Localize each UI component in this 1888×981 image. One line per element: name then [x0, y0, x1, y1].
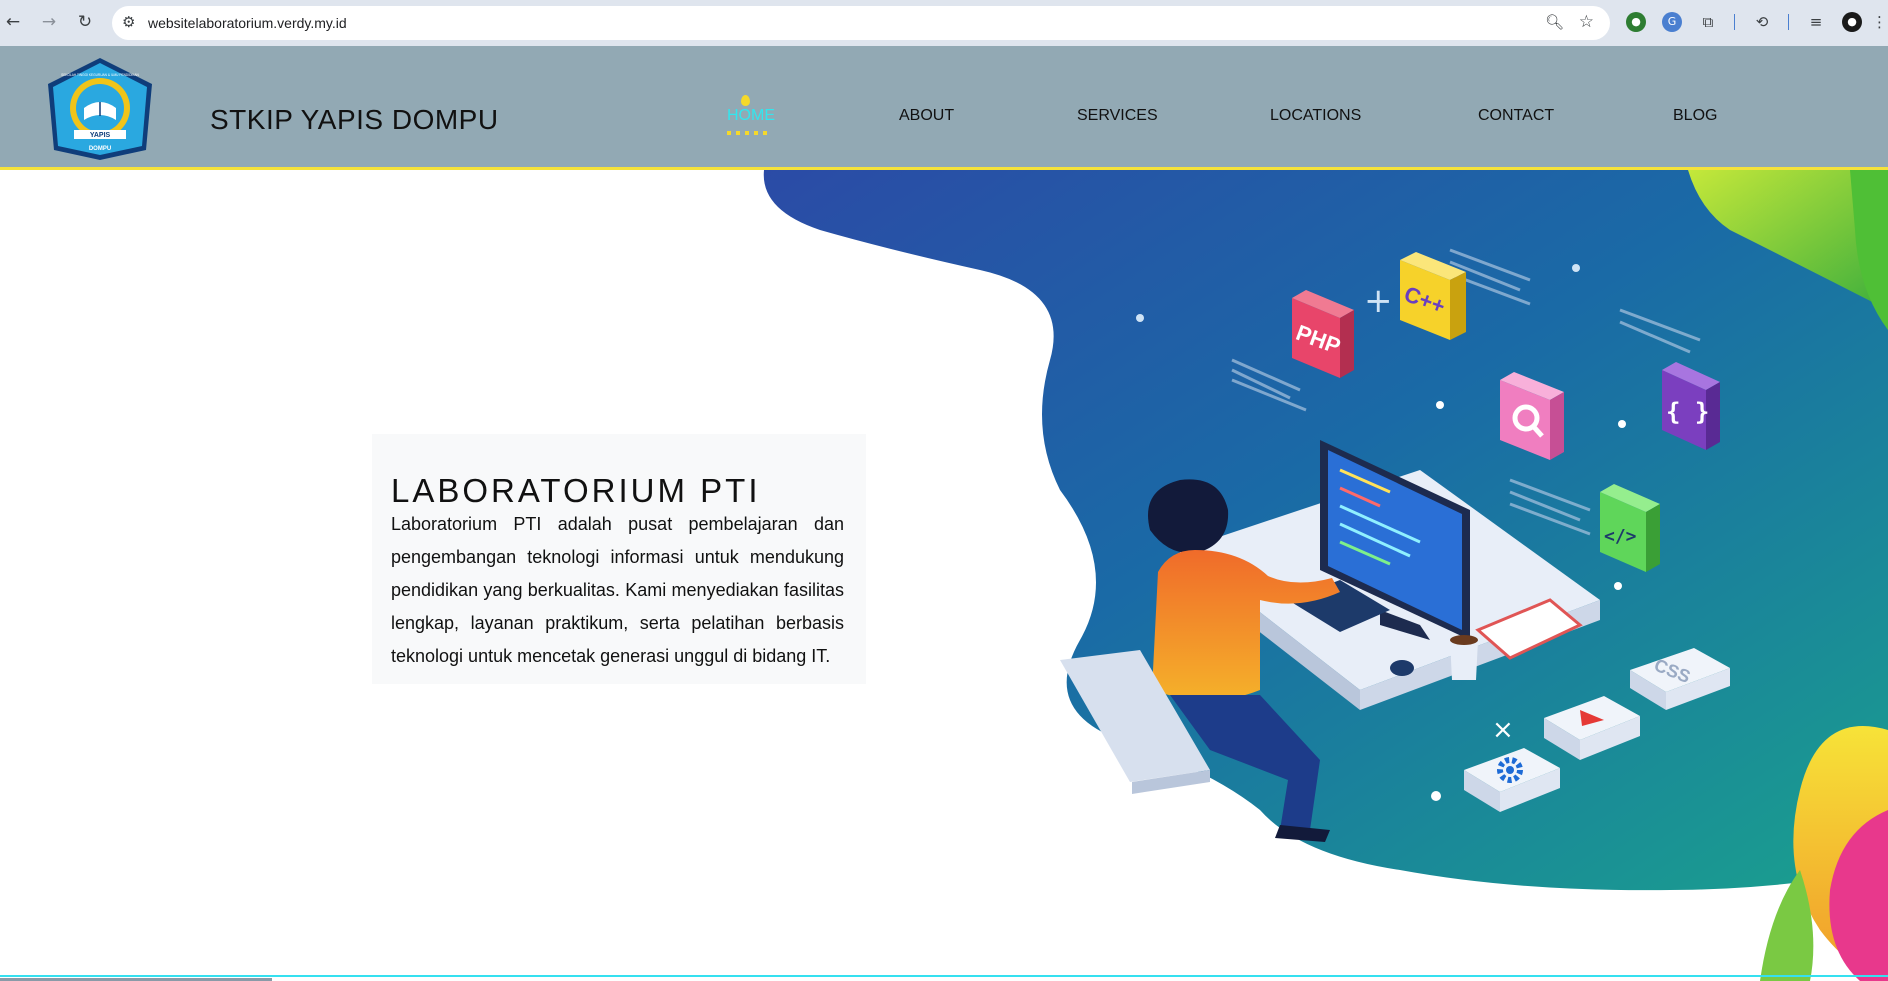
section-divider	[0, 975, 1888, 977]
nav-services[interactable]: SERVICES	[1077, 107, 1158, 125]
reload-icon: ↻	[77, 12, 93, 32]
active-indicator-dots	[727, 131, 769, 135]
nav-contact[interactable]: CONTACT	[1478, 107, 1554, 125]
bookmark-star-icon[interactable]: ☆	[1579, 12, 1594, 32]
college-logo-icon[interactable]: YAPIS DOMPU SEKOLAH TINGGI KEGURUAN & IL…	[44, 56, 156, 162]
address-bar[interactable]: ⚙ websitelaboratorium.verdy.my.id 🔍︎ ☆	[112, 6, 1610, 40]
menu-more-icon[interactable]: ⋮	[1872, 12, 1887, 32]
hero-description: Laboratorium PTI adalah pusat pembelajar…	[391, 514, 844, 666]
braces-label: { }	[1666, 398, 1709, 426]
arrow-left-icon: ←	[5, 12, 21, 32]
translate-icon[interactable]: G	[1662, 12, 1682, 32]
profile-avatar-icon[interactable]: ●	[1842, 12, 1862, 32]
extensions-puzzle-icon[interactable]: ⧉	[1698, 12, 1718, 32]
logo-bottom-text: DOMPU	[89, 146, 111, 152]
hero-title: LABORATORIUM PTI	[391, 472, 761, 509]
logo-banner-text: YAPIS	[90, 132, 111, 139]
active-indicator-drop	[741, 95, 750, 106]
arrow-right-icon: →	[41, 12, 57, 32]
reload-button[interactable]: ↻	[74, 11, 96, 33]
forward-button[interactable]: →	[38, 11, 60, 33]
site-title[interactable]: STKIP YAPIS DOMPU	[210, 104, 499, 136]
svg-text:+: +	[1364, 281, 1393, 321]
site-header: YAPIS DOMPU SEKOLAH TINGGI KEGURUAN & IL…	[0, 46, 1888, 170]
nav-locations[interactable]: LOCATIONS	[1270, 107, 1361, 125]
logo-top-text: SEKOLAH TINGGI KEGURUAN & ILMU PENDIDIKA…	[61, 73, 139, 77]
reading-list-icon[interactable]: ≡	[1806, 12, 1826, 32]
svg-text:×: ×	[1492, 715, 1514, 745]
browser-toolbar: ← → ↻ ⚙ websitelaboratorium.verdy.my.id …	[0, 0, 1888, 46]
code-label: </>	[1604, 526, 1637, 547]
toolbar-divider	[1788, 14, 1789, 30]
nav-home[interactable]: HOME	[727, 107, 775, 125]
back-button[interactable]: ←	[2, 11, 24, 33]
address-url[interactable]: websitelaboratorium.verdy.my.id	[148, 15, 347, 31]
toolbar-divider	[1734, 14, 1735, 30]
site-info-icon[interactable]: ⚙	[122, 13, 135, 31]
nav-about[interactable]: ABOUT	[899, 107, 954, 125]
extension-globe-icon[interactable]: ●	[1626, 12, 1646, 32]
history-icon[interactable]: ⟲	[1752, 12, 1772, 32]
hero-illustration: + PHP C++ {} </> CSS ×	[763, 170, 1888, 981]
zoom-icon[interactable]: 🔍︎	[1545, 13, 1564, 31]
nav-blog[interactable]: BLOG	[1673, 107, 1717, 125]
